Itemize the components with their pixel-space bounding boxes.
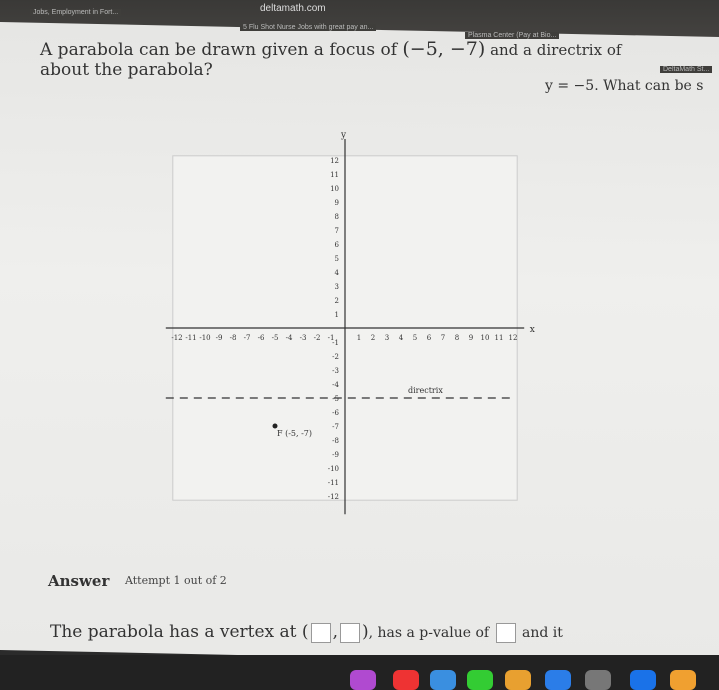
- y-tick-label: -8: [332, 437, 339, 445]
- y-tick-label: 10: [330, 185, 339, 193]
- x-tick-label: 8: [455, 334, 459, 342]
- y-tick-label: -7: [332, 423, 339, 431]
- y-tick-label: -5: [332, 395, 339, 403]
- sentence-b: , has a p-value of: [368, 625, 494, 641]
- sentence-c: and it: [517, 625, 563, 641]
- y-tick-label: 11: [330, 171, 339, 179]
- y-tick-label: -2: [332, 353, 339, 361]
- y-tick-label: 6: [335, 241, 340, 249]
- settings-icon[interactable]: [585, 670, 611, 690]
- bluetooth-icon[interactable]: [630, 670, 656, 690]
- x-tick-label: 1: [357, 334, 361, 342]
- y-tick-label: 2: [335, 297, 339, 305]
- x-tick-label: -10: [199, 334, 210, 342]
- y-tick-label: 12: [330, 157, 339, 165]
- x-tick-label: 9: [469, 334, 473, 342]
- y-tick-label: -4: [332, 381, 339, 389]
- vertex-y-input[interactable]: [339, 622, 360, 643]
- news-icon[interactable]: [393, 670, 419, 690]
- y-tick-label: 3: [335, 283, 339, 291]
- numbers-icon[interactable]: [467, 670, 493, 690]
- x-tick-label: -12: [171, 334, 182, 342]
- p-value-input[interactable]: [495, 622, 516, 643]
- y-tick-label: -10: [328, 465, 339, 473]
- y-tick-label: -12: [328, 493, 339, 501]
- x-tick-label: 6: [427, 334, 432, 342]
- y-tick-label: -1: [332, 339, 339, 347]
- x-tick-label: -6: [258, 334, 265, 342]
- home-icon[interactable]: [670, 670, 696, 690]
- x-tick-label: 4: [399, 334, 404, 342]
- x-tick-label: -11: [185, 334, 196, 342]
- x-tick-label: 2: [371, 334, 375, 342]
- y-tick-label: 7: [335, 227, 339, 235]
- x-tick-label: -3: [300, 334, 307, 342]
- x-tick-label: -8: [230, 334, 237, 342]
- x-tick-label: -5: [272, 334, 279, 342]
- tab-deltamath[interactable]: DeltaMath St...: [660, 66, 713, 73]
- x-tick-label: 3: [385, 334, 389, 342]
- x-tick-label: 12: [509, 334, 518, 342]
- x-tick-label: 7: [441, 334, 445, 342]
- attempt-counter: Attempt 1 out of 2: [125, 574, 227, 587]
- focus-label: F (-5, -7): [277, 429, 312, 438]
- directrix-label: directrix: [408, 386, 443, 395]
- y-tick-label: -6: [332, 409, 339, 417]
- y-tick-label: 8: [335, 213, 339, 221]
- x-tick-label: 11: [495, 334, 504, 342]
- podcasts-icon[interactable]: [350, 670, 376, 690]
- x-tick-label: 10: [481, 334, 490, 342]
- tab-flu-shot[interactable]: 5 Flu Shot Nurse Jobs with great pay an.…: [240, 24, 377, 31]
- y-axis-label: y: [340, 131, 347, 141]
- tab-plasma[interactable]: Plasma Center (Pay at Bio...: [465, 32, 560, 39]
- y-tick-label: 9: [335, 199, 339, 207]
- keynote-icon[interactable]: [430, 670, 456, 690]
- y-tick-label: -9: [332, 451, 339, 459]
- pages-icon[interactable]: [505, 670, 531, 690]
- x-tick-label: 5: [413, 334, 417, 342]
- y-tick-label: -3: [332, 367, 339, 375]
- sentence-a: The parabola has a vertex at: [50, 622, 302, 642]
- y-tick-label: 4: [335, 269, 340, 277]
- vertex-x-input[interactable]: [310, 622, 331, 643]
- app-store-icon[interactable]: [545, 670, 571, 690]
- y-tick-label: -11: [328, 479, 339, 487]
- y-tick-label: 5: [335, 255, 339, 263]
- answer-sentence: The parabola has a vertex at (,), has a …: [50, 622, 563, 643]
- tab-jobs[interactable]: Jobs, Employment in Fort...: [30, 9, 122, 16]
- focus-point: [272, 423, 278, 429]
- x-tick-label: -2: [314, 334, 321, 342]
- x-tick-label: -9: [216, 334, 223, 342]
- answer-label: Answer: [48, 572, 110, 590]
- x-tick-label: -7: [244, 334, 251, 342]
- x-tick-label: -4: [286, 334, 293, 342]
- y-tick-label: 1: [335, 311, 339, 319]
- x-axis-label: x: [530, 325, 535, 335]
